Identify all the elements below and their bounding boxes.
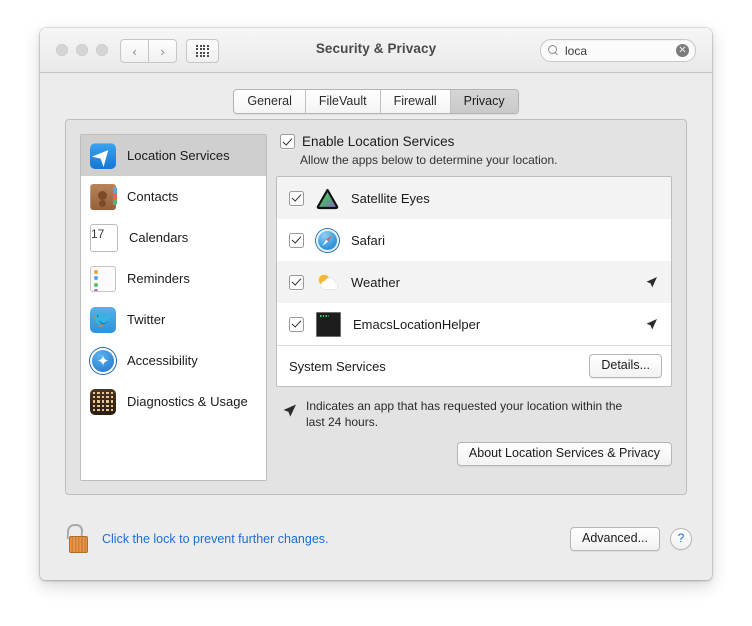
about-location-services-privacy-button[interactable]: About Location Services & Privacy bbox=[457, 442, 672, 466]
sidebar-item-label: Location Services bbox=[127, 148, 230, 163]
advanced-button[interactable]: Advanced... bbox=[570, 527, 660, 551]
sidebar-item-label: Accessibility bbox=[127, 353, 198, 368]
recent-location-arrow-icon bbox=[645, 318, 658, 331]
screen: ‹ › Security & Privacy loca ✕ bbox=[0, 0, 752, 626]
accessibility-icon: ✦ bbox=[90, 348, 116, 374]
sidebar-item-accessibility[interactable]: ✦ Accessibility bbox=[81, 340, 266, 381]
bottom-actions: Advanced... ? bbox=[570, 527, 692, 551]
sidebar-item-location-services[interactable]: Location Services bbox=[81, 135, 266, 176]
app-checkbox[interactable] bbox=[289, 233, 304, 248]
search-icon bbox=[548, 45, 559, 56]
sidebar-item-label: Diagnostics & Usage bbox=[127, 394, 248, 409]
table-row[interactable]: EmacsLocationHelper bbox=[277, 303, 671, 345]
window-body: General FileVault Firewall Privacy Locat… bbox=[40, 73, 712, 580]
tab-bar: General FileVault Firewall Privacy bbox=[40, 89, 712, 114]
recent-location-arrow-icon bbox=[645, 276, 658, 289]
legend-arrow-icon bbox=[282, 403, 297, 418]
app-name: EmacsLocationHelper bbox=[353, 317, 645, 332]
app-checkbox[interactable] bbox=[289, 191, 304, 206]
app-checkbox[interactable] bbox=[289, 275, 304, 290]
sidebar-item-label: Reminders bbox=[127, 271, 190, 286]
weather-icon bbox=[316, 271, 339, 294]
clear-search-icon[interactable]: ✕ bbox=[676, 44, 689, 57]
enable-location-services-row[interactable]: Enable Location Services bbox=[280, 134, 672, 149]
table-row[interactable]: Safari bbox=[277, 219, 671, 261]
twitter-icon: 🐦 bbox=[90, 307, 116, 333]
padlock-body bbox=[69, 536, 88, 553]
sidebar-item-contacts[interactable]: Contacts bbox=[81, 176, 266, 217]
enable-location-services-label: Enable Location Services bbox=[302, 134, 454, 149]
diagnostics-icon bbox=[90, 389, 116, 415]
tab-privacy[interactable]: Privacy bbox=[451, 90, 518, 113]
satellite-eyes-icon bbox=[316, 187, 339, 210]
sidebar-item-twitter[interactable]: 🐦 Twitter bbox=[81, 299, 266, 340]
bottom-bar: Click the lock to prevent further change… bbox=[40, 512, 712, 580]
reminders-icon bbox=[90, 266, 116, 292]
privacy-category-list: Location Services Contacts 17 Calendars bbox=[80, 134, 267, 481]
system-services-row: System Services Details... bbox=[277, 345, 671, 386]
location-services-icon bbox=[90, 143, 116, 169]
details-button[interactable]: Details... bbox=[589, 354, 662, 378]
emacs-icon bbox=[316, 312, 341, 337]
app-name: Safari bbox=[351, 233, 662, 248]
sidebar-item-calendars[interactable]: 17 Calendars bbox=[81, 217, 266, 258]
legend: Indicates an app that has requested your… bbox=[276, 399, 672, 430]
pane-description: Allow the apps below to determine your l… bbox=[300, 153, 672, 167]
tab-general[interactable]: General bbox=[234, 90, 305, 113]
table-row[interactable]: Satellite Eyes bbox=[277, 177, 671, 219]
tab-firewall[interactable]: Firewall bbox=[381, 90, 451, 113]
lock-hint-text[interactable]: Click the lock to prevent further change… bbox=[102, 532, 329, 546]
sidebar-item-reminders[interactable]: Reminders bbox=[81, 258, 266, 299]
calendar-day: 17 bbox=[91, 227, 104, 241]
table-row[interactable]: Weather bbox=[277, 261, 671, 303]
sidebar-item-diagnostics-usage[interactable]: Diagnostics & Usage bbox=[81, 381, 266, 422]
privacy-panel: Location Services Contacts 17 Calendars bbox=[65, 119, 687, 495]
sidebar-item-label: Contacts bbox=[127, 189, 178, 204]
about-button-row: About Location Services & Privacy bbox=[276, 442, 672, 466]
system-preferences-window: ‹ › Security & Privacy loca ✕ bbox=[40, 28, 712, 580]
search-field[interactable]: loca ✕ bbox=[540, 39, 696, 62]
contacts-icon bbox=[90, 184, 116, 210]
window-titlebar: ‹ › Security & Privacy loca ✕ bbox=[40, 28, 712, 73]
location-services-pane: Enable Location Services Allow the apps … bbox=[276, 134, 672, 466]
help-button[interactable]: ? bbox=[670, 528, 692, 550]
search-input[interactable]: loca bbox=[565, 44, 676, 58]
app-checkbox[interactable] bbox=[289, 317, 304, 332]
legend-text: Indicates an app that has requested your… bbox=[306, 399, 626, 430]
app-permission-list: Satellite Eyes Safari bbox=[276, 176, 672, 387]
sidebar-item-label: Twitter bbox=[127, 312, 165, 327]
safari-icon bbox=[316, 229, 339, 252]
sidebar-item-label: Calendars bbox=[129, 230, 188, 245]
unlocked-padlock-icon[interactable] bbox=[65, 524, 91, 554]
calendars-icon: 17 bbox=[90, 224, 118, 252]
tab-filevault[interactable]: FileVault bbox=[306, 90, 381, 113]
enable-location-services-checkbox[interactable] bbox=[280, 134, 295, 149]
app-name: Satellite Eyes bbox=[351, 191, 662, 206]
app-name: Weather bbox=[351, 275, 645, 290]
system-services-label: System Services bbox=[289, 359, 589, 374]
